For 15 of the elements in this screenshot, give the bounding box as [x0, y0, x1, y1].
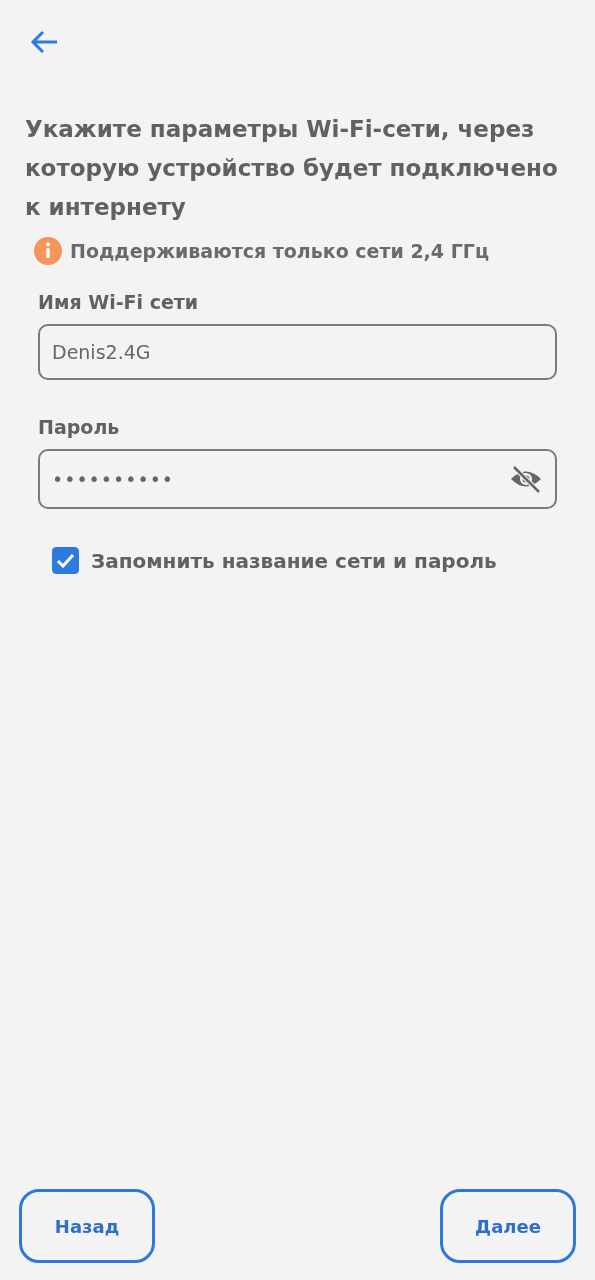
eye-off-icon[interactable]: [509, 464, 543, 494]
checkbox-label: Запомнить название сети и пароль: [91, 548, 497, 573]
checkbox[interactable]: [52, 547, 79, 574]
field-value: Denis2.4G: [52, 341, 152, 363]
input-field[interactable]: ••••••••••: [38, 449, 557, 509]
nav-button[interactable]: Далее: [440, 1189, 576, 1263]
info-icon: [34, 237, 62, 265]
input-field[interactable]: Denis2.4G: [38, 324, 557, 380]
field-value: ••••••••••: [52, 468, 176, 490]
nav-button[interactable]: Назад: [19, 1189, 155, 1263]
field-label: Имя Wi-Fi сети: [38, 291, 200, 313]
field-label: Пароль: [38, 416, 121, 438]
page-title: Укажите параметры Wi-Fi-сети, через которую устройство будет подключено к интернету: [25, 115, 559, 222]
notice-text: Поддерживаются только сети 2,4 ГГц: [70, 240, 489, 262]
back-arrow-icon[interactable]: [29, 28, 59, 56]
